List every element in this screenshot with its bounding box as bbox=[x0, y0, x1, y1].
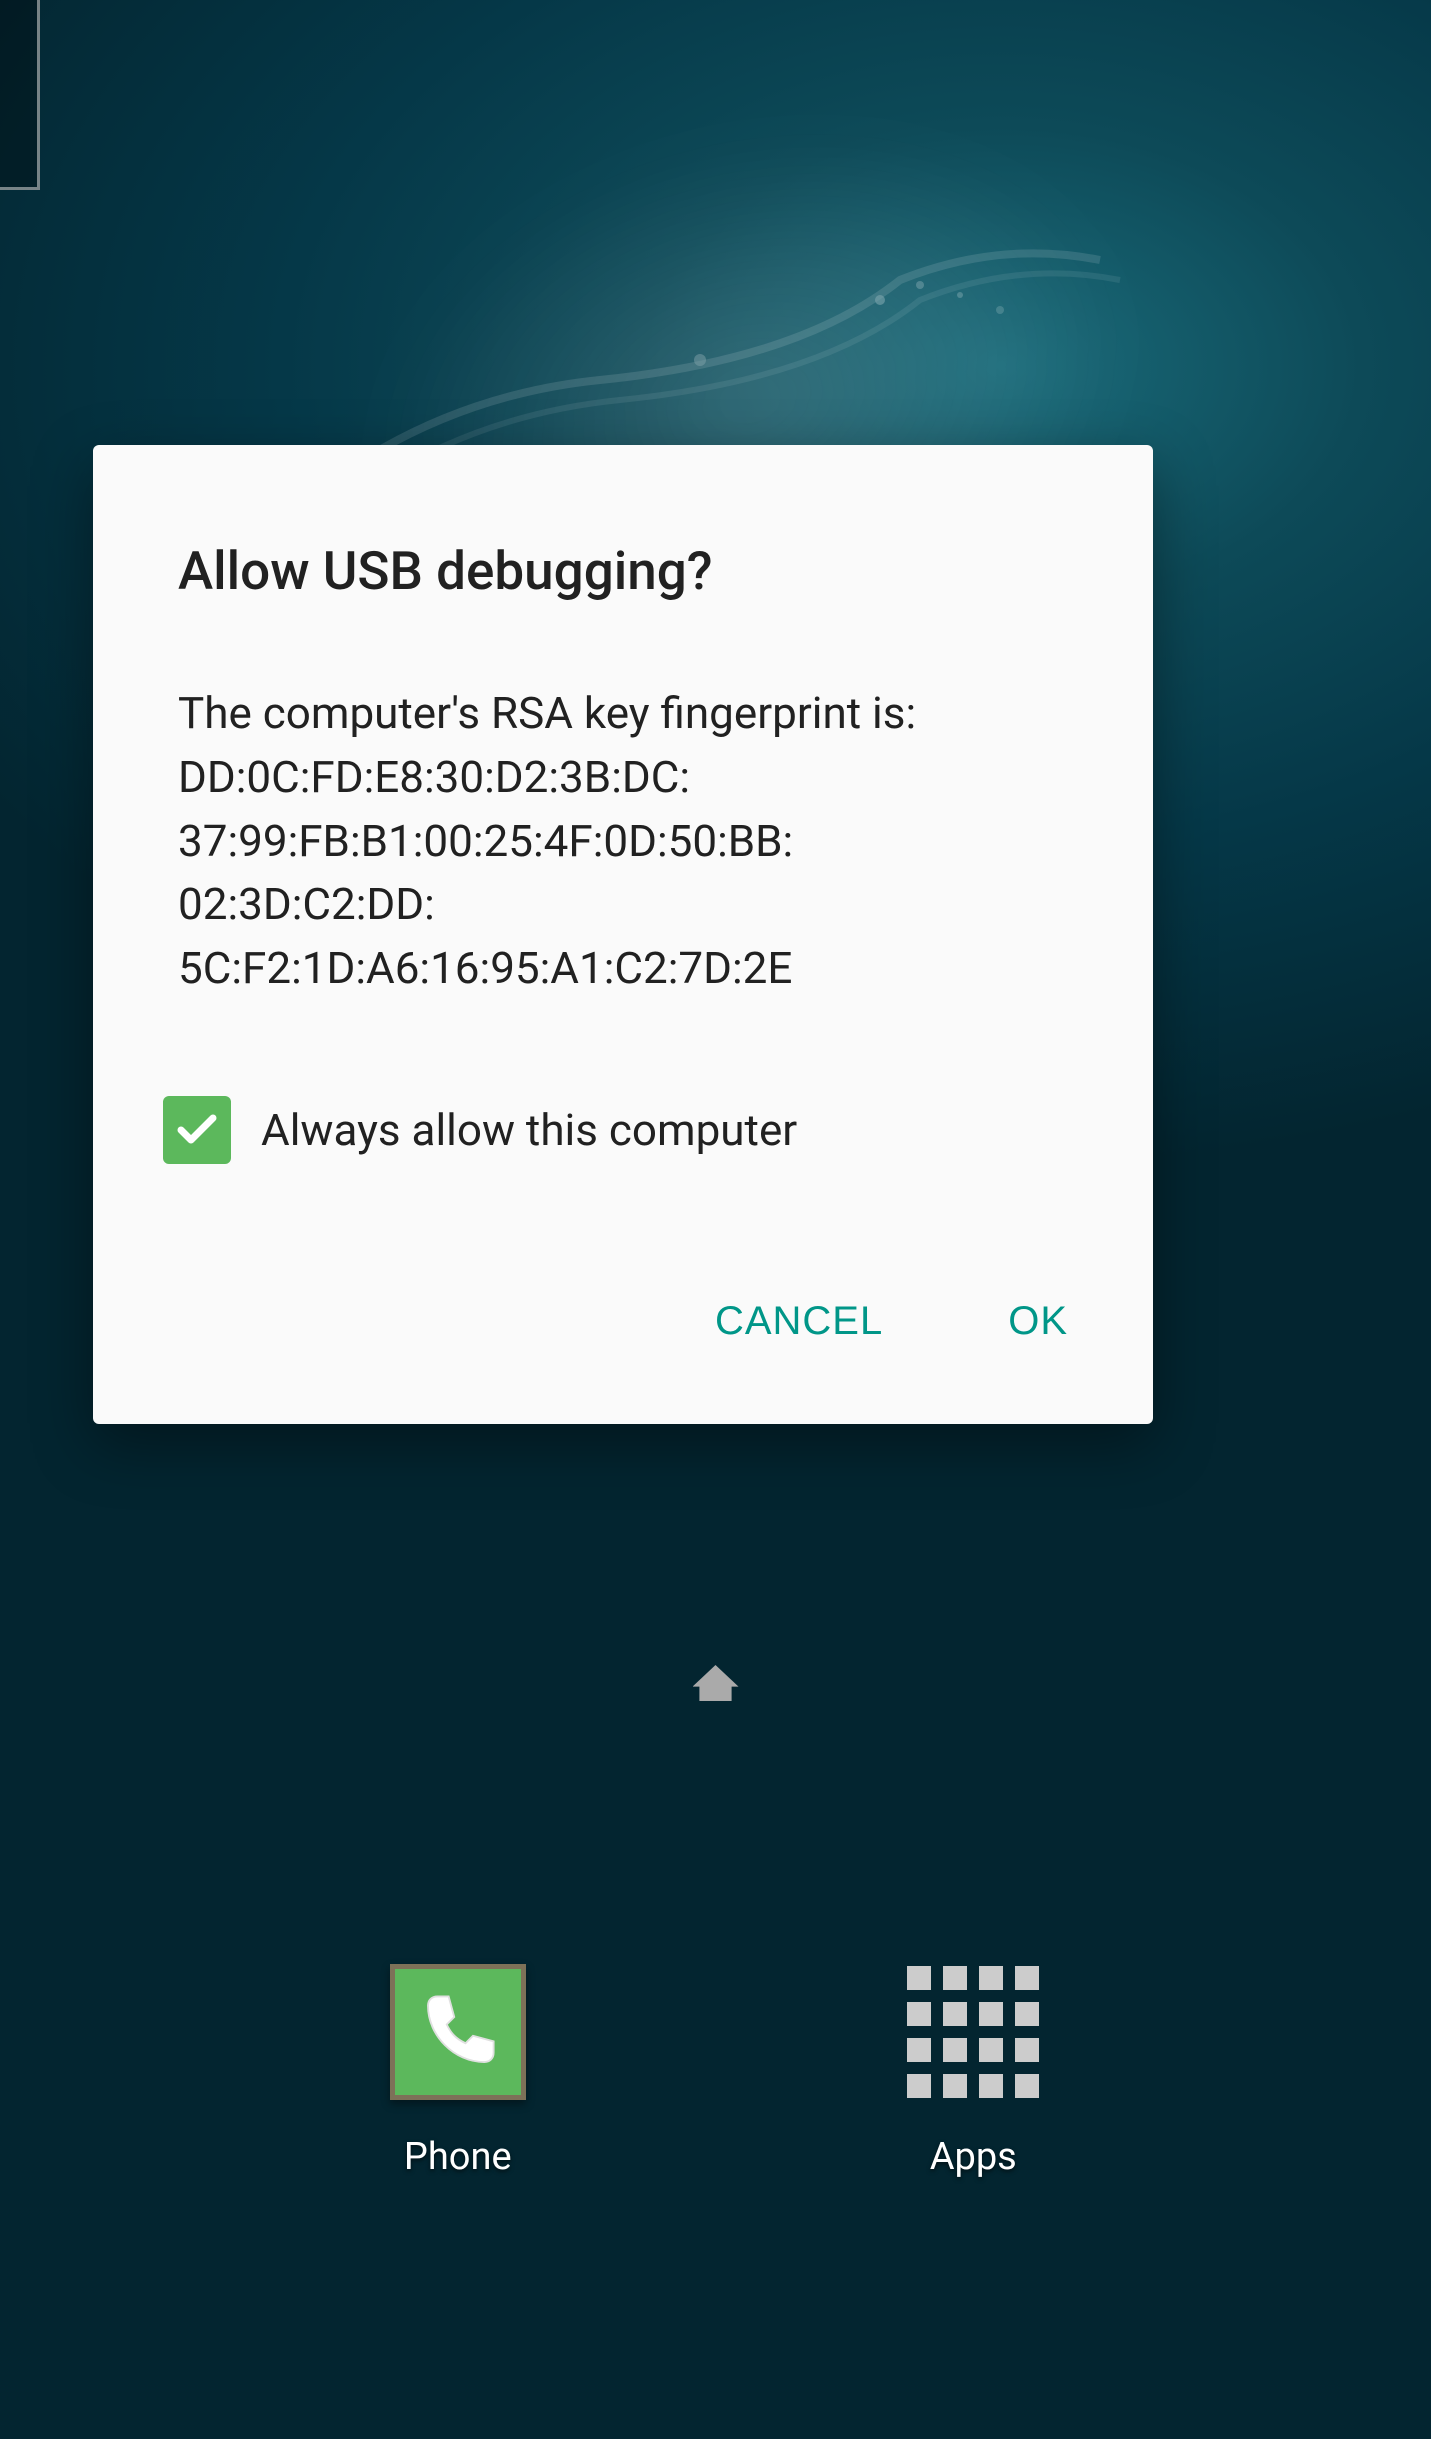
rsa-fingerprint: DD:0C:FD:E8:30:D2:3B:DC:37:99:FB:B1:00:2… bbox=[178, 751, 793, 994]
phone-label: Phone bbox=[404, 2135, 512, 2179]
ok-button[interactable]: OK bbox=[983, 1284, 1093, 1359]
checkmark-icon bbox=[173, 1106, 221, 1154]
cancel-button[interactable]: CANCEL bbox=[690, 1284, 908, 1359]
always-allow-row[interactable]: Always allow this computer bbox=[93, 1001, 1153, 1184]
dialog-title: Allow USB debugging? bbox=[93, 445, 1153, 642]
corner-indicator bbox=[0, 0, 40, 190]
usb-debugging-dialog: Allow USB debugging? The computer's RSA … bbox=[93, 445, 1153, 1424]
dock: Phone Apps bbox=[0, 1964, 1431, 2179]
always-allow-label: Always allow this computer bbox=[261, 1104, 797, 1156]
apps-label: Apps bbox=[930, 2135, 1017, 2179]
apps-grid-icon bbox=[905, 1964, 1041, 2100]
dock-item-phone[interactable]: Phone bbox=[390, 1964, 526, 2179]
dialog-body-intro: The computer's RSA key fingerprint is: bbox=[178, 687, 916, 739]
always-allow-checkbox[interactable] bbox=[163, 1096, 231, 1164]
dock-item-apps[interactable]: Apps bbox=[905, 1964, 1041, 2179]
phone-icon bbox=[390, 1964, 526, 2100]
dialog-body: The computer's RSA key fingerprint is: D… bbox=[93, 642, 1153, 1001]
dialog-button-row: CANCEL OK bbox=[93, 1184, 1153, 1424]
